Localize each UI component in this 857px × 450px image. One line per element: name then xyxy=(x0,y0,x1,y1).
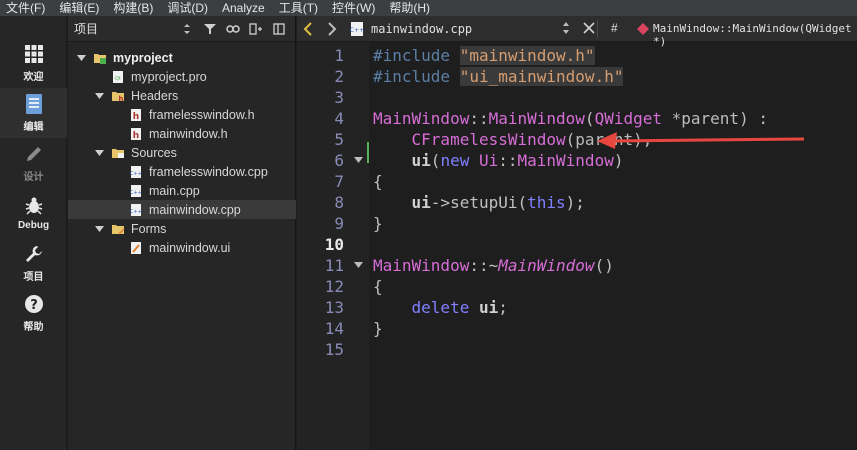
mode-projects[interactable]: 项目 xyxy=(0,238,67,288)
filter-icon[interactable] xyxy=(203,22,217,36)
expand-arrow-icon[interactable] xyxy=(76,53,86,63)
mode-help[interactable]: ? 帮助 xyxy=(0,288,67,338)
mode-label: 帮助 xyxy=(23,322,44,333)
mode-selector: 欢迎 编辑 设计 Debug 项目 ? 帮助 xyxy=(0,16,67,450)
project-folder-icon xyxy=(93,51,107,65)
tree-item[interactable]: C++ main.cpp xyxy=(68,181,296,200)
mode-welcome[interactable]: 欢迎 xyxy=(0,38,67,88)
project-panel: 项目 myproject Qt myproject.pro h Headers h fram… xyxy=(68,16,296,450)
tree-item-label: main.cpp xyxy=(149,183,200,198)
header-file-icon: h xyxy=(129,108,143,122)
tree-item[interactable]: h framelesswindow.h xyxy=(68,105,296,124)
expand-arrow-icon[interactable] xyxy=(94,148,104,158)
wrench-icon xyxy=(23,243,45,265)
headers-folder-icon: h xyxy=(111,89,125,103)
tree-item-label: framelesswindow.h xyxy=(149,107,255,122)
grid-icon xyxy=(23,43,45,65)
tree-item[interactable]: Sources xyxy=(68,143,296,162)
tree-item-label: framelesswindow.cpp xyxy=(149,164,268,179)
project-view-selector[interactable]: 项目 xyxy=(74,20,180,37)
svg-text:C++: C++ xyxy=(130,171,142,177)
menu-item[interactable]: 编辑(E) xyxy=(59,0,99,16)
cpp-file-icon: C++ xyxy=(129,203,143,217)
mode-label: 设计 xyxy=(23,172,44,183)
mode-debug[interactable]: Debug xyxy=(0,188,67,238)
pencil-icon xyxy=(23,143,45,165)
tree-item-label: myproject xyxy=(113,50,173,65)
tree-item-label: Forms xyxy=(131,221,167,236)
link-icon[interactable] xyxy=(226,22,240,36)
tree-item-label: mainwindow.cpp xyxy=(149,202,241,217)
tree-item-label: mainwindow.ui xyxy=(149,240,231,255)
mode-label: 编辑 xyxy=(23,122,44,133)
tree-item[interactable]: C++ mainwindow.cpp xyxy=(68,200,296,219)
svg-text:h: h xyxy=(133,131,139,141)
ui-file-icon xyxy=(129,241,143,255)
menu-item[interactable]: 构建(B) xyxy=(113,0,153,16)
cpp-file-icon: C++ xyxy=(129,184,143,198)
menu-item[interactable]: 文件(F) xyxy=(6,0,45,16)
mode-label: 欢迎 xyxy=(23,72,44,83)
menu-item[interactable]: Analyze xyxy=(222,0,265,16)
svg-text:C++: C++ xyxy=(130,209,142,215)
close-panel-icon[interactable] xyxy=(272,22,286,36)
tree-item[interactable]: h Headers xyxy=(68,86,296,105)
tree-item[interactable]: Forms xyxy=(68,219,296,238)
svg-text:h: h xyxy=(133,112,139,122)
tree-item[interactable]: h mainwindow.h xyxy=(68,124,296,143)
updown-icon[interactable] xyxy=(180,22,194,36)
svg-text:?: ? xyxy=(30,298,38,313)
header-file-icon: h xyxy=(129,127,143,141)
document-icon xyxy=(23,93,45,115)
split-icon[interactable] xyxy=(249,22,263,36)
tree-item-label: Sources xyxy=(131,145,177,160)
menu-item[interactable]: 调试(D) xyxy=(167,0,208,16)
svg-text:C++: C++ xyxy=(130,190,142,196)
pro-file-icon: Qt xyxy=(111,70,125,84)
menu-bar: 文件(F) 编辑(E) 构建(B) 调试(D) Analyze 工具(T) 控件(W) 帮助(… xyxy=(0,0,857,16)
cpp-file-icon: C++ xyxy=(129,165,143,179)
tree-item-label: mainwindow.h xyxy=(149,126,228,141)
help-icon: ? xyxy=(23,293,45,315)
expand-arrow-icon[interactable] xyxy=(94,224,104,234)
menu-item[interactable]: 工具(T) xyxy=(279,0,318,16)
tree-item-label: Headers xyxy=(131,88,179,103)
mode-edit[interactable]: 编辑 xyxy=(0,88,67,138)
project-toolbar: 项目 xyxy=(68,16,295,42)
svg-text:Qt: Qt xyxy=(115,76,121,82)
tree-item[interactable]: C++ framelesswindow.cpp xyxy=(68,162,296,181)
mode-design[interactable]: 设计 xyxy=(0,138,67,188)
code-editor: C++ mainwindow.cpp # MainWindow::MainWin… xyxy=(297,16,857,450)
bug-icon xyxy=(23,195,45,217)
tree-item-label: myproject.pro xyxy=(131,69,207,84)
tree-item[interactable]: mainwindow.ui xyxy=(68,238,296,257)
mode-label: 项目 xyxy=(23,272,44,283)
sources-folder-icon xyxy=(111,146,125,160)
tree-item[interactable]: myproject xyxy=(68,48,296,67)
svg-text:h: h xyxy=(119,95,124,103)
expand-arrow-icon[interactable] xyxy=(94,91,104,101)
annotation-arrow xyxy=(597,132,805,149)
menu-item[interactable]: 控件(W) xyxy=(332,0,375,16)
menu-item[interactable]: 帮助(H) xyxy=(389,0,430,16)
mode-label: Debug xyxy=(17,220,50,231)
forms-folder-icon xyxy=(111,222,125,236)
tree-item[interactable]: Qt myproject.pro xyxy=(68,67,296,86)
